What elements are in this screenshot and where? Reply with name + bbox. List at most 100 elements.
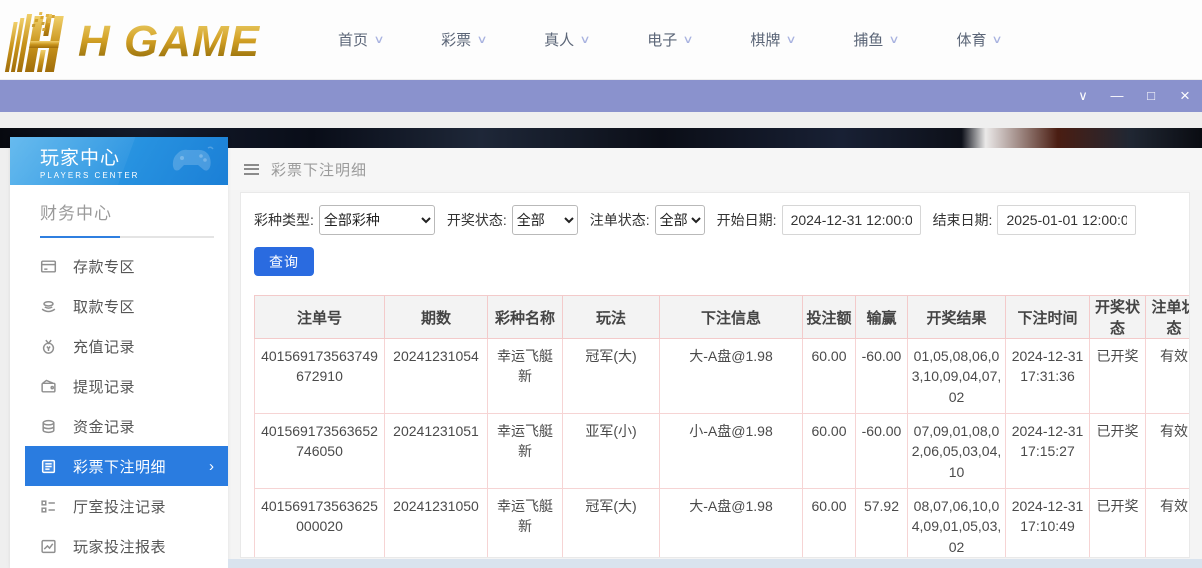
column-header: 开奖结果 xyxy=(908,296,1006,339)
sidebar-section-label: 财务中心 xyxy=(40,199,214,224)
cell-play-type: 冠军(大) xyxy=(563,339,660,414)
cell-draw-status: 已开奖 xyxy=(1090,489,1146,559)
sidebar-item-player-bet-report[interactable]: 玩家投注报表 xyxy=(10,526,228,566)
withdraw-hand-icon xyxy=(40,298,57,315)
column-header: 下注信息 xyxy=(660,296,803,339)
cell-bet-info: 大-A盘@1.98 xyxy=(660,489,803,559)
query-button[interactable]: 查询 xyxy=(254,247,314,276)
sidebar-item-deposit-zone[interactable]: 存款专区 xyxy=(10,246,228,286)
sidebar: 玩家中心 PLAYERS CENTER 财务中心 存款专区 取款专区 xyxy=(10,137,228,568)
column-header: 输赢 xyxy=(856,296,908,339)
cell-bet-time: 2024-12-31 17:10:49 xyxy=(1006,489,1090,559)
nav-item-slots[interactable]: 电子 ∨ xyxy=(647,29,692,50)
recharge-bag-icon xyxy=(40,338,57,355)
cell-order-status: 有效 xyxy=(1146,339,1191,414)
cell-bet-info: 大-A盘@1.98 xyxy=(660,339,803,414)
hh-game-logo[interactable]: H GAME xyxy=(10,4,300,76)
column-header: 投注额 xyxy=(803,296,856,339)
column-header: 期数 xyxy=(385,296,488,339)
cell-draw-status: 已开奖 xyxy=(1090,414,1146,489)
sidebar-header: 玩家中心 PLAYERS CENTER xyxy=(10,137,228,185)
lottery-type-select[interactable]: 全部彩种 xyxy=(319,205,435,235)
chevron-right-icon: › xyxy=(209,458,214,475)
filter-bar: 彩种类型: 全部彩种 开奖状态: 全部 注单状态: 全部 开始日期: 结束日期: xyxy=(254,205,1177,235)
lottery-type-label: 彩种类型: xyxy=(254,210,314,230)
cell-order-status: 有效 xyxy=(1146,489,1191,559)
chevron-down-icon: ∨ xyxy=(683,33,694,46)
cell-bet-number: 401569173563749672910 xyxy=(255,339,385,414)
minimize-icon[interactable]: — xyxy=(1100,80,1134,112)
draw-status-label: 开奖状态: xyxy=(447,210,507,230)
page-title: 彩票下注明细 xyxy=(271,159,367,180)
menu-collapse-icon[interactable] xyxy=(244,164,259,175)
nav-item-sports[interactable]: 体育 ∨ xyxy=(956,29,1001,50)
table-row: 401569173563749672910 20241231054 幸运飞艇新 … xyxy=(255,339,1191,414)
chevron-down-icon: ∨ xyxy=(580,33,591,46)
end-date-label: 结束日期: xyxy=(933,210,993,230)
gamepad-icon xyxy=(168,145,214,180)
top-header: H GAME 首页 ∨ 彩票 ∨ 真人 ∨ 电子 ∨ 棋牌 ∨ xyxy=(0,0,1202,80)
cell-bet-number: 401569173563652746050 xyxy=(255,414,385,489)
cell-win-loss: -60.00 xyxy=(856,414,908,489)
window-titlebar: ∨ — □ × xyxy=(0,80,1202,112)
order-status-label: 注单状态: xyxy=(590,210,650,230)
main-nav: 首页 ∨ 彩票 ∨ 真人 ∨ 电子 ∨ 棋牌 ∨ 捕鱼 ∨ xyxy=(338,29,1060,50)
section-divider xyxy=(40,236,214,238)
cell-win-loss: -60.00 xyxy=(856,339,908,414)
end-date-input[interactable] xyxy=(997,205,1136,235)
nav-item-lottery[interactable]: 彩票 ∨ xyxy=(441,29,486,50)
column-header: 注单号 xyxy=(255,296,385,339)
nav-item-fishing[interactable]: 捕鱼 ∨ xyxy=(853,29,898,50)
cell-bet-amount: 60.00 xyxy=(803,339,856,414)
cell-bet-amount: 60.00 xyxy=(803,414,856,489)
hall-record-icon xyxy=(40,498,57,515)
cell-bet-time: 2024-12-31 17:15:27 xyxy=(1006,414,1090,489)
cell-bet-amount: 60.00 xyxy=(803,489,856,559)
column-header: 下注时间 xyxy=(1006,296,1090,339)
nav-item-home[interactable]: 首页 ∨ xyxy=(338,29,383,50)
sidebar-item-hall-bet-record[interactable]: 厅室投注记录 xyxy=(10,486,228,526)
lottery-detail-icon xyxy=(40,458,57,475)
cell-issue: 20241231054 xyxy=(385,339,488,414)
cell-bet-info: 小-A盘@1.98 xyxy=(660,414,803,489)
cell-draw-status: 已开奖 xyxy=(1090,339,1146,414)
column-header: 玩法 xyxy=(563,296,660,339)
order-status-select[interactable]: 全部 xyxy=(655,205,705,235)
table-row: 401569173563652746050 20241231051 幸运飞艇新 … xyxy=(255,414,1191,489)
cell-lottery-name: 幸运飞艇新 xyxy=(488,339,563,414)
nav-item-live[interactable]: 真人 ∨ xyxy=(544,29,589,50)
draw-status-select[interactable]: 全部 xyxy=(512,205,578,235)
cell-draw-result: 08,07,06,10,04,09,01,05,03,02 xyxy=(908,489,1006,559)
sidebar-item-withdraw-zone[interactable]: 取款专区 xyxy=(10,286,228,326)
sidebar-item-recharge-record[interactable]: 充值记录 xyxy=(10,326,228,366)
bet-detail-table: 注单号 期数 彩种名称 玩法 下注信息 投注额 输赢 开奖结果 下注时间 开奖状… xyxy=(254,295,1190,558)
sidebar-item-withdrawal-record[interactable]: 提现记录 xyxy=(10,366,228,406)
maximize-icon[interactable]: □ xyxy=(1134,80,1168,112)
cell-issue: 20241231050 xyxy=(385,489,488,559)
cell-play-type: 冠军(大) xyxy=(563,489,660,559)
chevron-down-icon: ∨ xyxy=(786,33,797,46)
chevron-down-icon: ∨ xyxy=(373,33,384,46)
funds-coins-icon xyxy=(40,418,57,435)
sidebar-item-lottery-bet-detail[interactable]: 彩票下注明细 › xyxy=(25,446,228,486)
nav-item-chess[interactable]: 棋牌 ∨ xyxy=(750,29,795,50)
collapse-icon[interactable]: ∨ xyxy=(1066,80,1100,112)
cell-issue: 20241231051 xyxy=(385,414,488,489)
cell-win-loss: 57.92 xyxy=(856,489,908,559)
close-icon[interactable]: × xyxy=(1168,80,1202,112)
cell-play-type: 亚军(小) xyxy=(563,414,660,489)
chevron-down-icon: ∨ xyxy=(476,33,487,46)
horizontal-scrollbar[interactable] xyxy=(228,559,1202,568)
sidebar-section: 财务中心 xyxy=(10,185,228,238)
wallet-icon xyxy=(40,378,57,395)
deposit-card-icon xyxy=(40,258,57,275)
content-panel: 彩种类型: 全部彩种 开奖状态: 全部 注单状态: 全部 开始日期: 结束日期:… xyxy=(240,192,1190,558)
cell-lottery-name: 幸运飞艇新 xyxy=(488,414,563,489)
app-window: H GAME 首页 ∨ 彩票 ∨ 真人 ∨ 电子 ∨ 棋牌 ∨ xyxy=(0,0,1202,568)
column-header: 注单状态 xyxy=(1146,296,1191,339)
sidebar-item-funds-record[interactable]: 资金记录 xyxy=(10,406,228,446)
cell-draw-result: 01,05,08,06,03,10,09,04,07,02 xyxy=(908,339,1006,414)
start-date-input[interactable] xyxy=(782,205,921,235)
table-row: 401569173563625000020 20241231050 幸运飞艇新 … xyxy=(255,489,1191,559)
sidebar-menu: 存款专区 取款专区 充值记录 提现记录 xyxy=(10,246,228,566)
